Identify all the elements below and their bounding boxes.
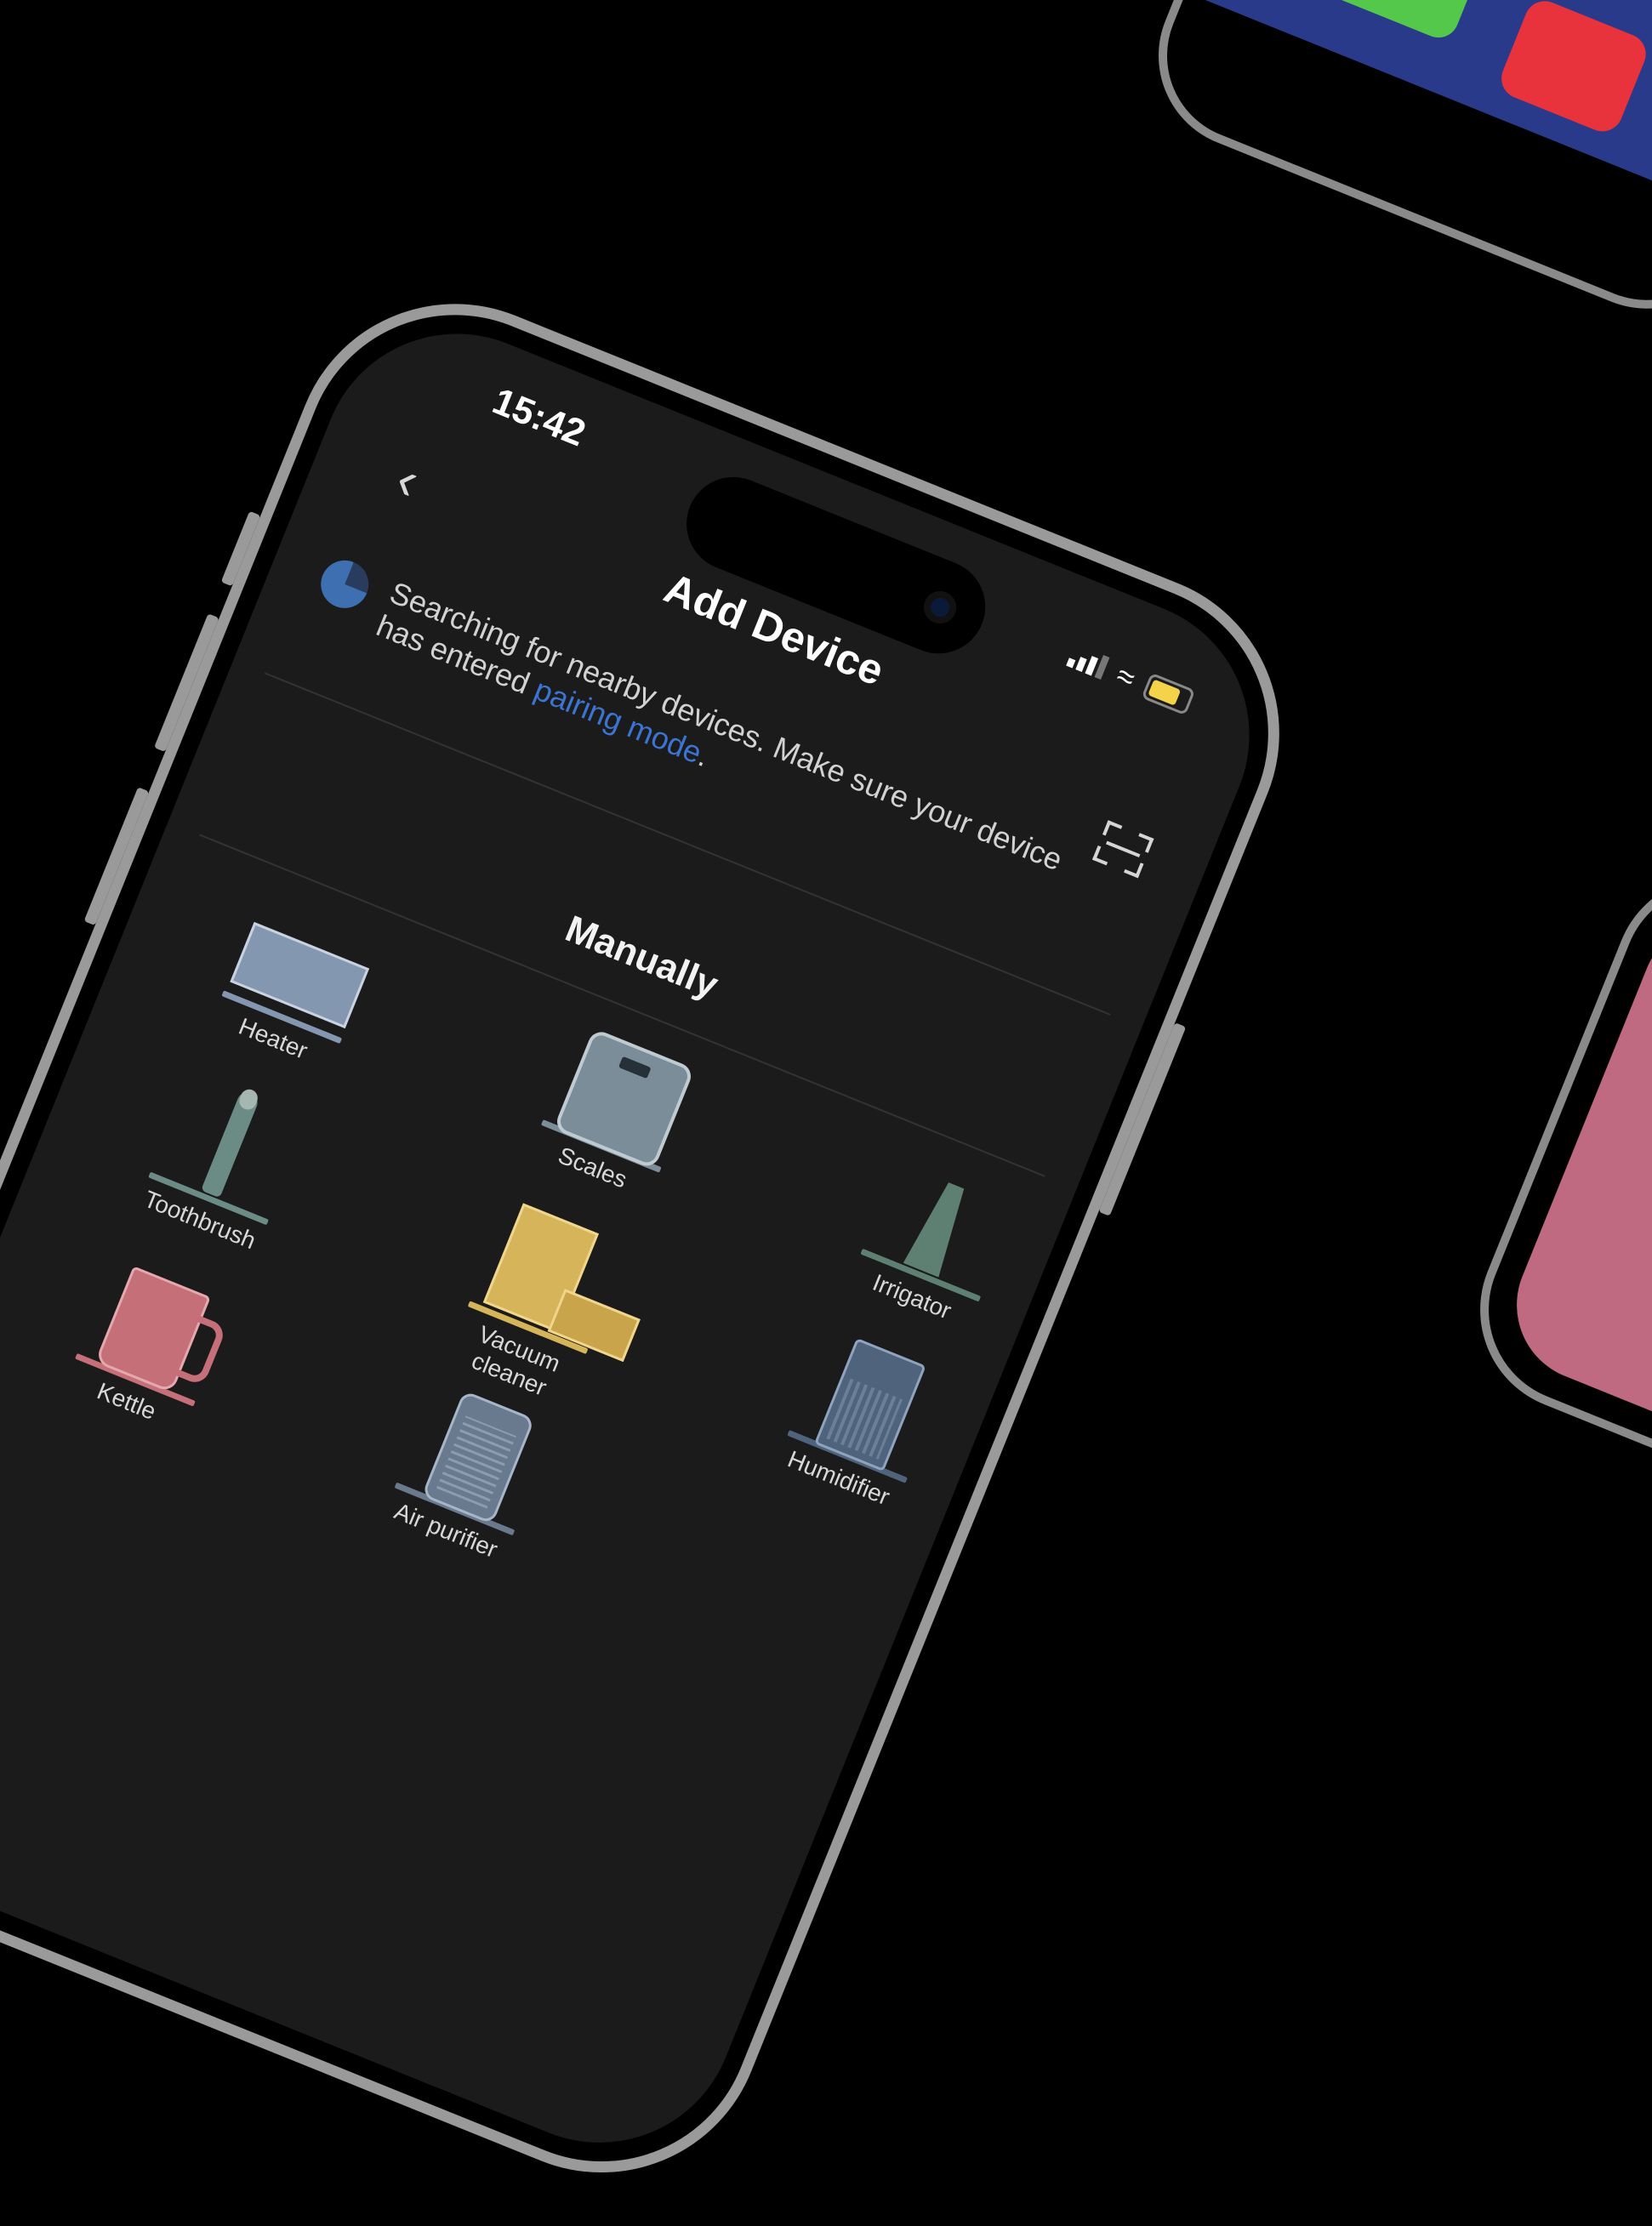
device-toothbrush[interactable]: Toothbrush — [116, 1062, 330, 1265]
status-icons: ≈ — [1064, 638, 1197, 720]
device-heater[interactable]: Heater — [189, 880, 403, 1083]
device-humidifier[interactable]: Humidifier — [755, 1319, 969, 1523]
background-phone-right — [1449, 845, 1652, 1519]
device-irrigator[interactable]: Irrigator — [828, 1138, 1042, 1341]
scan-icon[interactable] — [1091, 820, 1154, 879]
signal-icon — [1066, 644, 1110, 680]
device-kettle[interactable]: Kettle — [43, 1243, 257, 1446]
wifi-icon: ≈ — [1111, 657, 1141, 697]
heater-icon — [230, 921, 370, 1029]
toothbrush-icon — [201, 1089, 261, 1198]
kettle-icon — [94, 1266, 211, 1394]
loading-spinner-icon — [313, 553, 376, 616]
camera-icon — [919, 586, 961, 629]
background-phone-right-screen — [1493, 897, 1652, 1475]
status-time: 15:42 — [487, 379, 592, 455]
phone-mockup: 15:42 ≈ ‹ Add Device Searching for nearb… — [0, 255, 1329, 2222]
device-vacuum-cleaner[interactable]: Vacuum cleaner — [425, 1190, 650, 1419]
device-scales[interactable]: Scales — [509, 1009, 723, 1212]
irrigator-icon — [899, 1176, 977, 1279]
background-phone-top — [1130, 0, 1652, 337]
battery-icon — [1141, 672, 1196, 716]
